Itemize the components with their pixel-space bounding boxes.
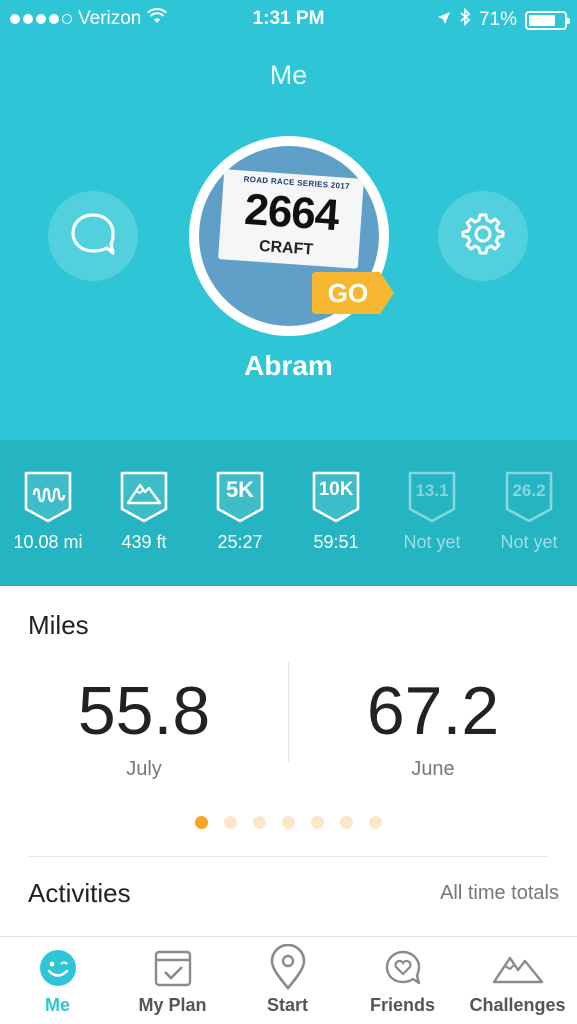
personal-records: 10.08 mi 439 ft 5K 25:27 10K 59:51 13.1 … xyxy=(0,440,577,586)
tab-me[interactable]: Me xyxy=(0,937,115,1024)
bib-brand: CRAFT xyxy=(258,237,314,259)
activities-heading: Activities xyxy=(28,878,131,908)
tab-label: Start xyxy=(266,995,308,1015)
record-marathon[interactable]: 26.2 Not yet xyxy=(481,469,577,553)
go-badge-label: GO xyxy=(327,278,369,308)
smiley-icon xyxy=(38,948,78,993)
tab-label: My Plan xyxy=(138,995,207,1015)
mountains-icon xyxy=(492,948,544,993)
tab-friends[interactable]: Friends xyxy=(345,937,460,1024)
battery-percent: 71% xyxy=(478,9,517,30)
friends-heart-icon xyxy=(383,948,423,993)
tab-challenges[interactable]: Challenges xyxy=(460,937,575,1024)
status-bar: Verizon 1:31 PM 71% xyxy=(0,0,577,40)
bib-number: 2664 xyxy=(242,184,340,241)
miles-heading: Miles xyxy=(28,610,89,640)
record-value: Not yet xyxy=(500,532,558,552)
record-10k[interactable]: 10K 59:51 xyxy=(288,469,384,553)
miles-previous-value: 67.2 xyxy=(366,673,500,749)
plan-checklist-icon xyxy=(153,948,193,993)
activities-subtitle[interactable]: All time totals xyxy=(440,882,559,905)
tab-start[interactable]: Start xyxy=(230,937,345,1024)
page-dot[interactable] xyxy=(224,816,237,829)
tab-label: Challenges xyxy=(469,995,566,1015)
record-value: 25:27 xyxy=(217,532,263,552)
badge-label: 26.2 xyxy=(512,481,546,500)
profile-header: Verizon 1:31 PM 71% Me ROAD RACE SERIES … xyxy=(0,0,577,440)
record-5k[interactable]: 5K 25:27 xyxy=(192,469,288,553)
badge-label: 13.1 xyxy=(415,481,449,500)
page-dot[interactable] xyxy=(369,816,382,829)
record-elevation[interactable]: 439 ft xyxy=(96,469,192,553)
tab-my-plan[interactable]: My Plan xyxy=(115,937,230,1024)
user-name: Abram xyxy=(244,350,333,381)
race-bib: ROAD RACE SERIES 2017 2664 CRAFT xyxy=(218,169,364,269)
page-indicator[interactable] xyxy=(195,816,382,829)
location-arrow-icon xyxy=(437,9,451,31)
battery-icon xyxy=(525,10,570,30)
record-half-marathon[interactable]: 13.1 Not yet xyxy=(384,469,480,553)
tab-bar: Me My Plan Start Friends Challenges xyxy=(0,936,577,1024)
section-divider xyxy=(28,856,549,857)
go-badge[interactable]: GO xyxy=(312,272,394,314)
page-dot[interactable] xyxy=(311,816,324,829)
tab-label: Me xyxy=(44,995,70,1015)
gear-icon xyxy=(458,209,508,264)
miles-previous-month: June xyxy=(411,758,455,780)
record-value: 439 ft xyxy=(121,532,167,552)
record-value: 59:51 xyxy=(313,532,359,552)
chat-button[interactable] xyxy=(48,191,138,281)
record-value: Not yet xyxy=(403,532,461,552)
record-longest-run[interactable]: 10.08 mi xyxy=(0,469,96,553)
page-dot[interactable] xyxy=(253,816,266,829)
record-value: 10.08 mi xyxy=(13,532,83,552)
location-pin-icon xyxy=(268,943,308,997)
bluetooth-icon xyxy=(459,7,471,32)
page-dot[interactable] xyxy=(195,816,208,829)
settings-button[interactable] xyxy=(438,191,528,281)
page-dot[interactable] xyxy=(282,816,295,829)
miles-current-value: 55.8 xyxy=(77,673,211,749)
miles-current-month: July xyxy=(126,758,162,780)
badge-label: 5K xyxy=(225,477,255,502)
tab-label: Friends xyxy=(369,995,435,1015)
page-title: Me xyxy=(269,60,308,90)
page-dot[interactable] xyxy=(340,816,353,829)
badge-label: 10K xyxy=(318,479,354,500)
chat-bubble-icon xyxy=(68,211,118,262)
